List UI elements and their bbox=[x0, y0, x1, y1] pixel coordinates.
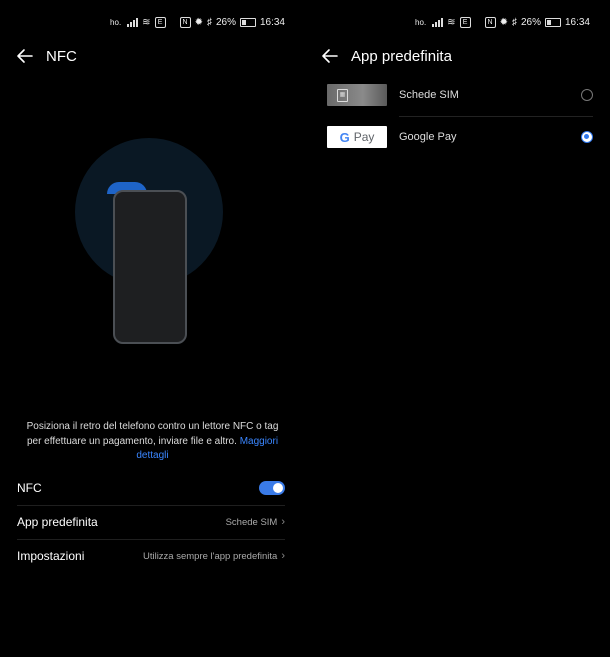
battery-icon bbox=[239, 17, 256, 27]
status-bar: ho. ≋ E N ✹ ♯ 26% 16:34 bbox=[110, 14, 285, 30]
carrier-text: ho. bbox=[415, 17, 427, 27]
nfc-toggle[interactable] bbox=[259, 481, 285, 495]
carrier-text: ho. bbox=[110, 17, 122, 27]
default-app-value: Schede SIM bbox=[225, 516, 278, 528]
divider bbox=[17, 539, 285, 540]
battery-text: 26% bbox=[215, 16, 236, 28]
nfc-status-icon: N bbox=[484, 16, 496, 28]
toggle-knob bbox=[273, 483, 283, 493]
app-option-google-pay[interactable]: G Pay Google Pay bbox=[327, 122, 593, 152]
bluetooth-icon: ✹ bbox=[194, 16, 203, 28]
radio-sim[interactable] bbox=[581, 89, 593, 101]
battery-icon bbox=[544, 17, 561, 27]
default-app-screen: ho. ≋ E N ✹ ♯ 26% 16:34 App predefinita … bbox=[305, 0, 610, 657]
battery-text: 26% bbox=[520, 16, 541, 28]
default-app-row[interactable]: App predefinita Schede SIM › bbox=[17, 515, 285, 529]
app-bar: App predefinita bbox=[321, 44, 594, 68]
phone-illustration bbox=[113, 190, 187, 344]
notification-icon: E bbox=[459, 16, 471, 28]
status-bar: ho. ≋ E N ✹ ♯ 26% 16:34 bbox=[415, 14, 590, 30]
nfc-status-icon: N bbox=[179, 16, 191, 28]
page-title: App predefinita bbox=[351, 47, 452, 65]
signal-icon bbox=[127, 17, 139, 27]
default-app-label: App predefinita bbox=[17, 515, 98, 529]
mute-icon: ♯ bbox=[511, 16, 517, 28]
nfc-toggle-row[interactable]: NFC bbox=[17, 481, 285, 495]
sim-card-icon: ▦ bbox=[327, 84, 387, 106]
nfc-screen: ho. ≋ E N ✹ ♯ 26% 16:34 NFC Posiziona il… bbox=[0, 0, 305, 657]
clock: 16:34 bbox=[564, 16, 590, 28]
nfc-description: Posiziona il retro del telefono contro u… bbox=[18, 420, 287, 464]
notification-icon: E bbox=[154, 16, 166, 28]
wifi-icon: ≋ bbox=[142, 16, 151, 28]
nfc-illustration bbox=[75, 138, 223, 344]
google-pay-logo: G Pay bbox=[327, 126, 387, 148]
wifi-icon: ≋ bbox=[447, 16, 456, 28]
radio-google-pay[interactable] bbox=[581, 131, 593, 143]
app-option-sim[interactable]: ▦ Schede SIM bbox=[327, 80, 593, 110]
app-option-label: Schede SIM bbox=[399, 89, 459, 101]
app-bar: NFC bbox=[16, 44, 289, 68]
chevron-right-icon: › bbox=[281, 516, 285, 528]
mute-icon: ♯ bbox=[206, 16, 212, 28]
page-title: NFC bbox=[46, 47, 77, 65]
divider bbox=[17, 505, 285, 506]
divider bbox=[399, 116, 593, 117]
settings-value: Utilizza sempre l'app predefinita bbox=[142, 550, 278, 562]
app-option-label: Google Pay bbox=[399, 131, 457, 143]
settings-label: Impostazioni bbox=[17, 549, 85, 563]
signal-icon bbox=[432, 17, 444, 27]
clock: 16:34 bbox=[259, 16, 285, 28]
nfc-label: NFC bbox=[17, 481, 42, 495]
back-arrow-icon[interactable] bbox=[16, 47, 34, 65]
chevron-right-icon: › bbox=[281, 550, 285, 562]
back-arrow-icon[interactable] bbox=[321, 47, 339, 65]
bluetooth-icon: ✹ bbox=[499, 16, 508, 28]
settings-row[interactable]: Impostazioni Utilizza sempre l'app prede… bbox=[17, 549, 285, 563]
